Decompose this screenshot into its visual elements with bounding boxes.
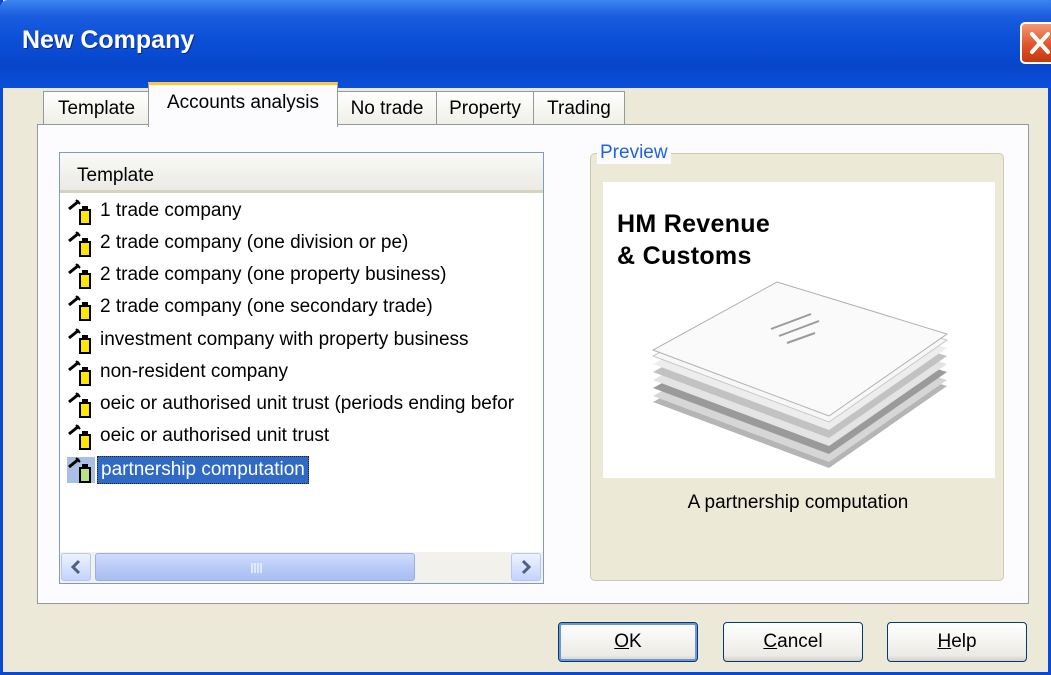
- close-button[interactable]: [1020, 22, 1051, 64]
- document-stack-icon: [651, 281, 949, 468]
- template-wand-icon: [68, 360, 91, 386]
- tab-label: Accounts analysis: [166, 92, 320, 113]
- hmrc-logo-line2: & Customs: [617, 242, 752, 270]
- chevron-right-icon: [521, 559, 532, 575]
- list-item-label: oeic or authorised unit trust (periods e…: [100, 393, 515, 414]
- cancel-label: ancel: [777, 631, 823, 652]
- tab-label: Template: [57, 98, 136, 119]
- template-wand-icon: [68, 263, 91, 289]
- tab-label: Trading: [547, 98, 611, 119]
- list-item-label: 2 trade company (one property business): [100, 264, 447, 285]
- tab-property[interactable]: Property: [436, 91, 534, 125]
- template-wand-icon: [68, 328, 91, 354]
- template-wand-icon: [68, 392, 91, 418]
- chevron-left-icon: [70, 559, 81, 575]
- horizontal-scrollbar[interactable]: [60, 552, 543, 583]
- tab-trading[interactable]: Trading: [533, 91, 625, 125]
- scroll-left-button[interactable]: [61, 553, 91, 581]
- grip-icon: [251, 563, 262, 573]
- list-item-label: oeic or authorised unit trust: [100, 425, 330, 446]
- tab-label: Property: [449, 98, 521, 119]
- list-item-label: partnership computation: [97, 456, 309, 484]
- hmrc-logo-line1: HM Revenue: [617, 210, 771, 238]
- cancel-button[interactable]: Cancel: [723, 622, 863, 662]
- ok-button[interactable]: OK: [558, 622, 698, 662]
- ok-access-key: O: [614, 631, 630, 652]
- scroll-right-button[interactable]: [511, 553, 541, 581]
- template-wand-icon: [67, 457, 95, 483]
- help-button[interactable]: Help: [887, 622, 1027, 662]
- list-item-label: 2 trade company (one division or pe): [100, 232, 409, 253]
- ok-label: K: [629, 631, 642, 652]
- template-wand-icon: [68, 424, 91, 450]
- tab-no-trade[interactable]: No trade: [337, 91, 437, 125]
- help-access-key: H: [937, 631, 952, 652]
- preview-caption: A partnership computation: [687, 492, 909, 513]
- list-item-label: 2 trade company (one secondary trade): [100, 296, 433, 317]
- column-header-label: Template: [77, 165, 155, 186]
- help-label: elp: [951, 631, 977, 652]
- template-list[interactable]: Template 1 trade company 2 trade company…: [59, 152, 544, 584]
- list-item-label: non-resident company: [100, 361, 288, 382]
- preview-image: HM Revenue & Customs: [603, 182, 995, 478]
- tab-label: No trade: [350, 98, 424, 119]
- preview-group: Preview HM Revenue & Customs A partnersh…: [590, 142, 1004, 581]
- title-bar[interactable]: New Company: [0, 0, 1051, 88]
- list-item-label: investment company with property busines…: [100, 329, 469, 350]
- cancel-access-key: C: [763, 631, 778, 652]
- column-header-template[interactable]: Template: [60, 153, 543, 193]
- window-title: New Company: [22, 26, 195, 54]
- close-icon: [1030, 32, 1050, 54]
- template-wand-icon: [68, 231, 91, 257]
- tab-template[interactable]: Template: [43, 91, 150, 125]
- list-item-label: 1 trade company: [100, 200, 242, 221]
- scroll-thumb[interactable]: [95, 553, 415, 581]
- template-wand-icon: [68, 295, 91, 321]
- template-wand-icon: [68, 199, 91, 225]
- tab-accounts-analysis[interactable]: Accounts analysis: [148, 82, 338, 127]
- preview-legend: Preview: [597, 142, 671, 164]
